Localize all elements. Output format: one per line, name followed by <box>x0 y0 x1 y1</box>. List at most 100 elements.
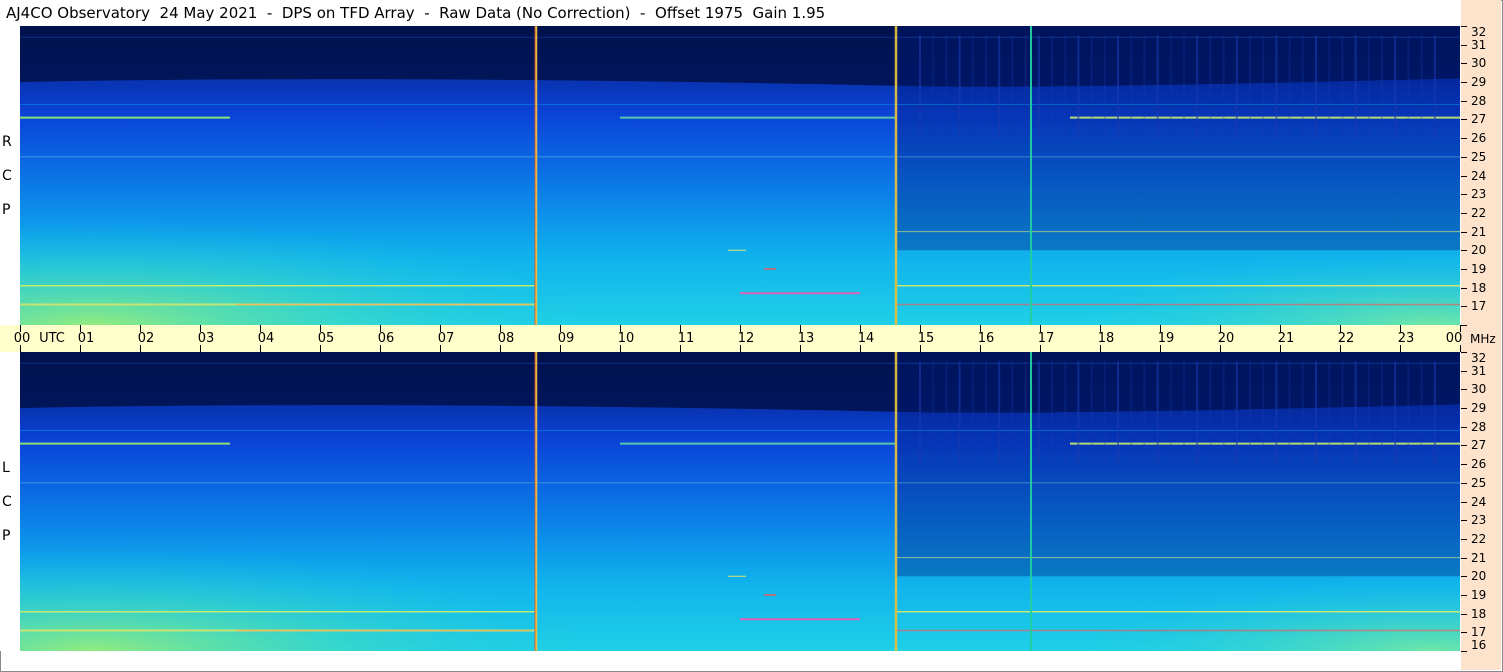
time-tick-label: 08 <box>497 331 515 346</box>
time-tick-label: 07 <box>437 331 455 346</box>
frequency-tick-label: 31 <box>1471 363 1487 378</box>
frequency-tick-label: 24 <box>1471 168 1487 183</box>
pol-letter-c: C <box>2 494 12 510</box>
frequency-tick <box>1461 212 1467 214</box>
frequency-tick <box>1461 389 1467 391</box>
time-tick-label: 14 <box>857 331 875 346</box>
frequency-tick <box>1461 44 1467 46</box>
frequency-tick <box>1461 306 1467 308</box>
frequency-axis-rcp: 32 31 30 29 28 27 26 25 24 23 22 21 20 19 18 17 <box>1461 25 1501 326</box>
frequency-tick <box>1461 576 1467 578</box>
time-tick-label: 13 <box>797 331 815 346</box>
time-tick <box>800 345 801 352</box>
frequency-tick-label: 27 <box>1471 112 1487 127</box>
time-tick-label: 09 <box>557 331 575 346</box>
frequency-tick-label: 17 <box>1471 299 1487 314</box>
time-tick <box>260 345 261 352</box>
time-tick-label: 01 <box>77 331 95 346</box>
time-tick <box>1460 345 1461 352</box>
lcp-rail: L C P <box>0 352 20 651</box>
frequency-tick <box>1461 194 1467 196</box>
frequency-tick <box>1461 370 1467 372</box>
frequency-tick <box>1461 557 1467 559</box>
spectrogram-svg <box>20 26 1460 325</box>
frequency-tick <box>1461 268 1467 270</box>
frequency-tick <box>1461 156 1467 158</box>
evening-noise-glow <box>20 352 1460 651</box>
frequency-tick-label: 20 <box>1471 569 1487 584</box>
frequency-tick-label: 24 <box>1471 494 1487 509</box>
frequency-tick <box>1461 594 1467 596</box>
frequency-tick-label: 26 <box>1471 131 1487 146</box>
frequency-tick-label: 18 <box>1471 606 1487 621</box>
frequency-tick <box>1461 464 1467 466</box>
frequency-tick <box>1461 482 1467 484</box>
pol-letter-c: C <box>2 168 12 184</box>
evening-noise-glow <box>20 26 1460 325</box>
time-tick-label: 15 <box>917 331 935 346</box>
time-tick-label: 00 <box>13 331 31 346</box>
time-tick <box>1280 345 1281 352</box>
frequency-tick <box>1461 63 1467 65</box>
time-tick-label: 06 <box>377 331 395 346</box>
time-tick-label: 11 <box>677 331 695 346</box>
frequency-tick <box>1461 426 1467 428</box>
time-tick <box>980 345 981 352</box>
frequency-tick <box>1461 325 1467 326</box>
time-tick <box>680 345 681 352</box>
frequency-tick <box>1461 538 1467 540</box>
chart-title: AJ4CO Observatory 24 May 2021 - DPS on T… <box>0 0 1467 26</box>
time-tick <box>560 345 561 352</box>
frequency-tick <box>1461 82 1467 84</box>
frequency-tick <box>1461 100 1467 102</box>
frequency-axis-lcp: 32 31 30 29 28 27 26 25 24 23 22 21 20 19 18 17 16 <box>1461 351 1501 652</box>
frequency-tick-label: 22 <box>1471 205 1487 220</box>
frequency-tick-label: 25 <box>1471 475 1487 490</box>
spectrogram-svg <box>20 352 1460 651</box>
frequency-tick <box>1461 651 1467 652</box>
time-tick <box>860 345 861 352</box>
frequency-tick <box>1461 520 1467 522</box>
time-tick <box>1340 345 1341 352</box>
frequency-tick-label: 19 <box>1471 587 1487 602</box>
time-tick <box>380 345 381 352</box>
frequency-tick <box>1461 352 1467 353</box>
time-tick <box>1100 345 1101 352</box>
time-tick <box>140 345 141 352</box>
frequency-tick-label: 18 <box>1471 280 1487 295</box>
time-tick-label: 19 <box>1157 331 1175 346</box>
time-axis: 00 UTC 01 02 03 04 05 06 07 08 09 10 11 12 13 14 15 16 17 1… <box>0 325 1463 352</box>
time-tick-label: 00 <box>1445 331 1463 346</box>
frequency-tick-label: 29 <box>1471 75 1487 90</box>
time-tick <box>920 345 921 352</box>
pol-letter-p: P <box>2 528 11 544</box>
time-tick-label: 17 <box>1037 331 1055 346</box>
frequency-tick <box>1461 408 1467 410</box>
time-tick-label: 16 <box>977 331 995 346</box>
time-tick <box>740 345 741 352</box>
frequency-tick <box>1461 613 1467 615</box>
time-tick-label: 03 <box>197 331 215 346</box>
time-tick-label: 22 <box>1337 331 1355 346</box>
frequency-tick-label: 28 <box>1471 93 1487 108</box>
frequency-tick-label: 22 <box>1471 531 1487 546</box>
time-tick <box>440 345 441 352</box>
pol-letter-r: R <box>2 134 12 150</box>
time-tick-label: 02 <box>137 331 155 346</box>
frequency-tick-label: 29 <box>1471 401 1487 416</box>
frequency-tick-label: 20 <box>1471 243 1487 258</box>
frequency-tick-label: 19 <box>1471 261 1487 276</box>
frequency-tick <box>1461 501 1467 503</box>
frequency-tick <box>1461 26 1467 27</box>
frequency-tick-label: 21 <box>1471 550 1487 565</box>
pol-letter-p: P <box>2 202 11 218</box>
frequency-unit-label: MHz <box>1470 332 1496 346</box>
frequency-tick-label: 26 <box>1471 457 1487 472</box>
frequency-tick <box>1461 231 1467 233</box>
frequency-tick <box>1461 119 1467 121</box>
time-tick <box>1400 345 1401 352</box>
spectrogram-rcp <box>20 26 1460 325</box>
time-tick-label: 05 <box>317 331 335 346</box>
frequency-tick-label: 30 <box>1471 56 1487 71</box>
time-tick-label: 04 <box>257 331 275 346</box>
